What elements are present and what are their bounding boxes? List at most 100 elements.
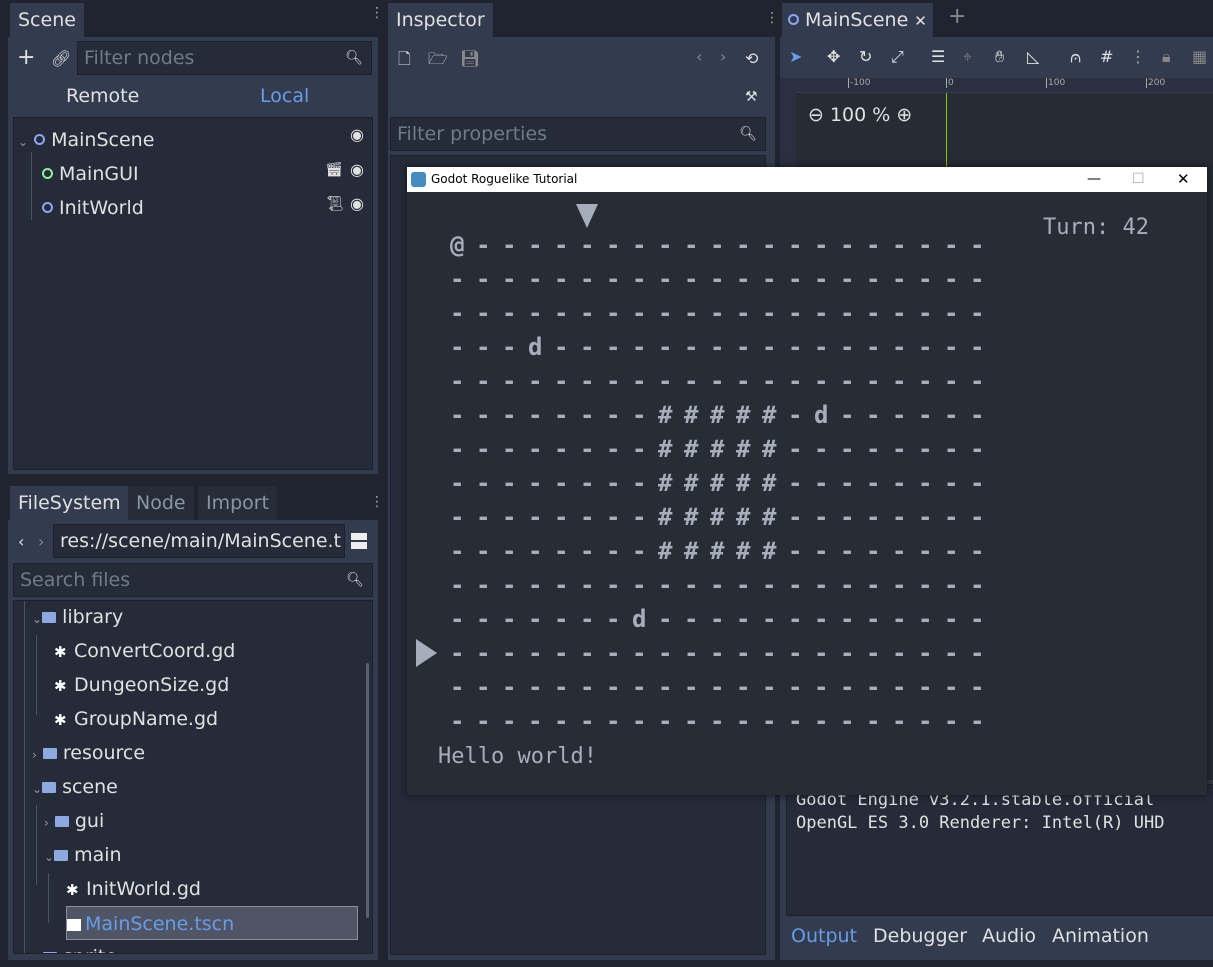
tools-icon[interactable]: ⚒︎ bbox=[745, 87, 758, 107]
map-row: --------------------- bbox=[450, 265, 996, 293]
filter-nodes-input[interactable]: Filter nodes 🔍︎ bbox=[77, 41, 372, 75]
close-window-button[interactable]: ✕ bbox=[1177, 167, 1190, 192]
map-row: --------#####-------- bbox=[450, 537, 996, 565]
file-item-library[interactable]: ⌄ library bbox=[32, 601, 123, 634]
file-item-convertcoord[interactable]: ✱ ConvertCoord.gd bbox=[54, 634, 235, 668]
node-icon bbox=[42, 202, 53, 213]
gear-icon: ✱ bbox=[66, 881, 79, 899]
window-titlebar[interactable]: Godot Roguelike Tutorial — ☐ ✕ bbox=[407, 167, 1207, 192]
file-item-mainscene-selected[interactable]: MainScene.tscn bbox=[66, 906, 358, 940]
file-item-gui[interactable]: › gui bbox=[44, 804, 104, 838]
minimize-button[interactable]: — bbox=[1087, 167, 1101, 192]
smart-snap-icon[interactable]: ⩀ bbox=[1070, 47, 1081, 67]
maximize-button[interactable]: ☐ bbox=[1132, 167, 1145, 192]
map-row: --------#####-------- bbox=[450, 469, 996, 497]
history-icon[interactable]: ⟲ bbox=[745, 49, 758, 69]
file-item-main[interactable]: ⌄ main bbox=[44, 838, 122, 872]
scene-file-icon bbox=[67, 919, 81, 931]
folder-icon bbox=[42, 952, 57, 953]
tab-debugger[interactable]: Debugger bbox=[873, 925, 967, 947]
ruler-tool-icon[interactable]: ◺ bbox=[1027, 47, 1039, 67]
pan-tool-icon[interactable]: ✋︎ bbox=[995, 47, 1004, 67]
scene-dock: + 🔗︎ Filter nodes 🔍︎ Remote Local ⌄ MainS… bbox=[8, 37, 378, 474]
file-item-sprite[interactable]: › sprite bbox=[32, 940, 117, 953]
visibility-eye-icon[interactable]: ◉ bbox=[350, 125, 364, 145]
local-button[interactable]: Local bbox=[260, 84, 309, 108]
back-icon[interactable]: ‹ bbox=[18, 532, 24, 552]
grid-snap-icon[interactable]: # bbox=[1100, 47, 1113, 67]
file-tree: ⌄ library ✱ ConvertCoord.gd ✱ DungeonSize.g… bbox=[13, 600, 373, 954]
file-item-resource[interactable]: › resource bbox=[32, 736, 145, 770]
select-tool-icon[interactable]: ➤ bbox=[789, 47, 802, 67]
save-icon[interactable]: 💾︎ bbox=[460, 49, 480, 69]
scene-tree: ⌄ MainScene MainGUI InitWorld ◉ 🎬︎ ◉ 📜︎ … bbox=[13, 117, 373, 470]
search-icon: 🔍︎ bbox=[346, 572, 364, 588]
filter-properties-input[interactable]: Filter properties 🔍︎ bbox=[390, 117, 766, 151]
gear-icon: ✱ bbox=[54, 711, 67, 729]
path-field[interactable]: res://scene/main/MainScene.t bbox=[53, 524, 345, 558]
dock-menu-icon[interactable]: ⋮ bbox=[370, 6, 384, 20]
new-resource-icon[interactable]: 🗋︎ bbox=[398, 49, 411, 69]
dock-menu-icon[interactable]: ⋮ bbox=[370, 494, 384, 510]
file-item-initworld[interactable]: ✱ InitWorld.gd bbox=[66, 872, 201, 906]
remote-button[interactable]: Remote bbox=[66, 84, 139, 108]
file-tree-scrollbar[interactable] bbox=[366, 663, 369, 918]
rotate-tool-icon[interactable]: ↻ bbox=[859, 47, 872, 67]
node2d-icon bbox=[788, 14, 799, 25]
add-tab-icon[interactable]: + bbox=[948, 4, 966, 29]
tab-animation[interactable]: Animation bbox=[1052, 925, 1149, 947]
pivot-tool-icon[interactable]: ⌖ bbox=[963, 47, 972, 67]
split-view-icon[interactable] bbox=[351, 533, 367, 549]
file-item-scene[interactable]: ⌄ scene bbox=[32, 770, 118, 804]
tree-node-initworld[interactable]: InitWorld bbox=[42, 191, 144, 225]
scale-tool-icon[interactable]: ⤢ bbox=[891, 47, 904, 67]
zoom-out-icon[interactable]: ⊖ bbox=[808, 104, 824, 126]
lock-icon[interactable]: 🔒︎ bbox=[1162, 47, 1171, 67]
search-icon: 🔍︎ bbox=[345, 50, 363, 66]
map-row: --------------------- bbox=[450, 367, 996, 395]
dock-menu-icon[interactable]: ⋮ bbox=[765, 10, 779, 26]
open-folder-icon[interactable]: 🗁︎ bbox=[428, 49, 448, 69]
search-files-input[interactable]: Search files 🔍︎ bbox=[13, 563, 373, 597]
list-select-icon[interactable]: ☰ bbox=[931, 47, 945, 67]
tab-node[interactable]: Node bbox=[128, 486, 194, 520]
script-icon[interactable]: 📜︎ bbox=[326, 194, 344, 214]
zoom-level: 100 % bbox=[829, 104, 891, 126]
history-back-icon[interactable]: ‹ bbox=[696, 47, 702, 67]
move-tool-icon[interactable]: ✥ bbox=[827, 47, 840, 67]
visibility-eye-icon[interactable]: ◉ bbox=[350, 160, 364, 180]
map-row: -------d------------- bbox=[450, 605, 996, 633]
link-icon[interactable]: 🔗︎ bbox=[51, 49, 71, 69]
tab-output[interactable]: Output bbox=[791, 925, 857, 947]
instanced-scene-icon[interactable]: 🎬︎ bbox=[325, 160, 343, 180]
snap-options-icon[interactable]: ⋮ bbox=[1130, 47, 1146, 67]
tab-mainscene[interactable]: MainScene ✕ bbox=[782, 3, 933, 37]
message-log: Hello world! bbox=[438, 744, 597, 769]
visibility-eye-icon[interactable]: ◉ bbox=[350, 194, 364, 214]
add-node-icon[interactable]: + bbox=[17, 47, 35, 69]
map-row: --------#####-d------ bbox=[450, 401, 996, 429]
tree-node-mainscene[interactable]: ⌄ MainScene bbox=[18, 123, 154, 157]
filter-nodes-placeholder: Filter nodes bbox=[84, 47, 195, 69]
column-indicator-triangle-icon bbox=[576, 204, 598, 228]
game-window[interactable]: Godot Roguelike Tutorial — ☐ ✕ @--------… bbox=[407, 167, 1207, 795]
folder-icon bbox=[42, 782, 57, 793]
forward-icon[interactable]: › bbox=[38, 532, 44, 552]
zoom-in-icon[interactable]: ⊕ bbox=[896, 104, 912, 126]
godot-logo-icon bbox=[411, 172, 426, 187]
tree-node-maingui[interactable]: MainGUI bbox=[42, 157, 139, 191]
tab-inspector[interactable]: Inspector bbox=[388, 3, 493, 37]
horizontal-ruler: -100 0 100 200 bbox=[780, 78, 1213, 93]
game-map: @-------------------- ------------------… bbox=[407, 192, 1207, 795]
close-tab-icon[interactable]: ✕ bbox=[914, 12, 927, 30]
tab-import[interactable]: Import bbox=[198, 486, 278, 520]
tab-scene[interactable]: Scene bbox=[10, 3, 84, 37]
node2d-icon bbox=[34, 134, 46, 145]
tab-audio[interactable]: Audio bbox=[982, 925, 1036, 947]
output-log: Godot Engine v3.2.1.stable.official Open… bbox=[786, 784, 1213, 916]
file-item-dungeonsize[interactable]: ✱ DungeonSize.gd bbox=[54, 668, 229, 702]
tab-filesystem[interactable]: FileSystem bbox=[10, 486, 129, 520]
history-forward-icon[interactable]: › bbox=[720, 47, 726, 67]
group-icon[interactable]: ▦ bbox=[1192, 47, 1207, 67]
file-item-groupname[interactable]: ✱ GroupName.gd bbox=[54, 702, 218, 736]
